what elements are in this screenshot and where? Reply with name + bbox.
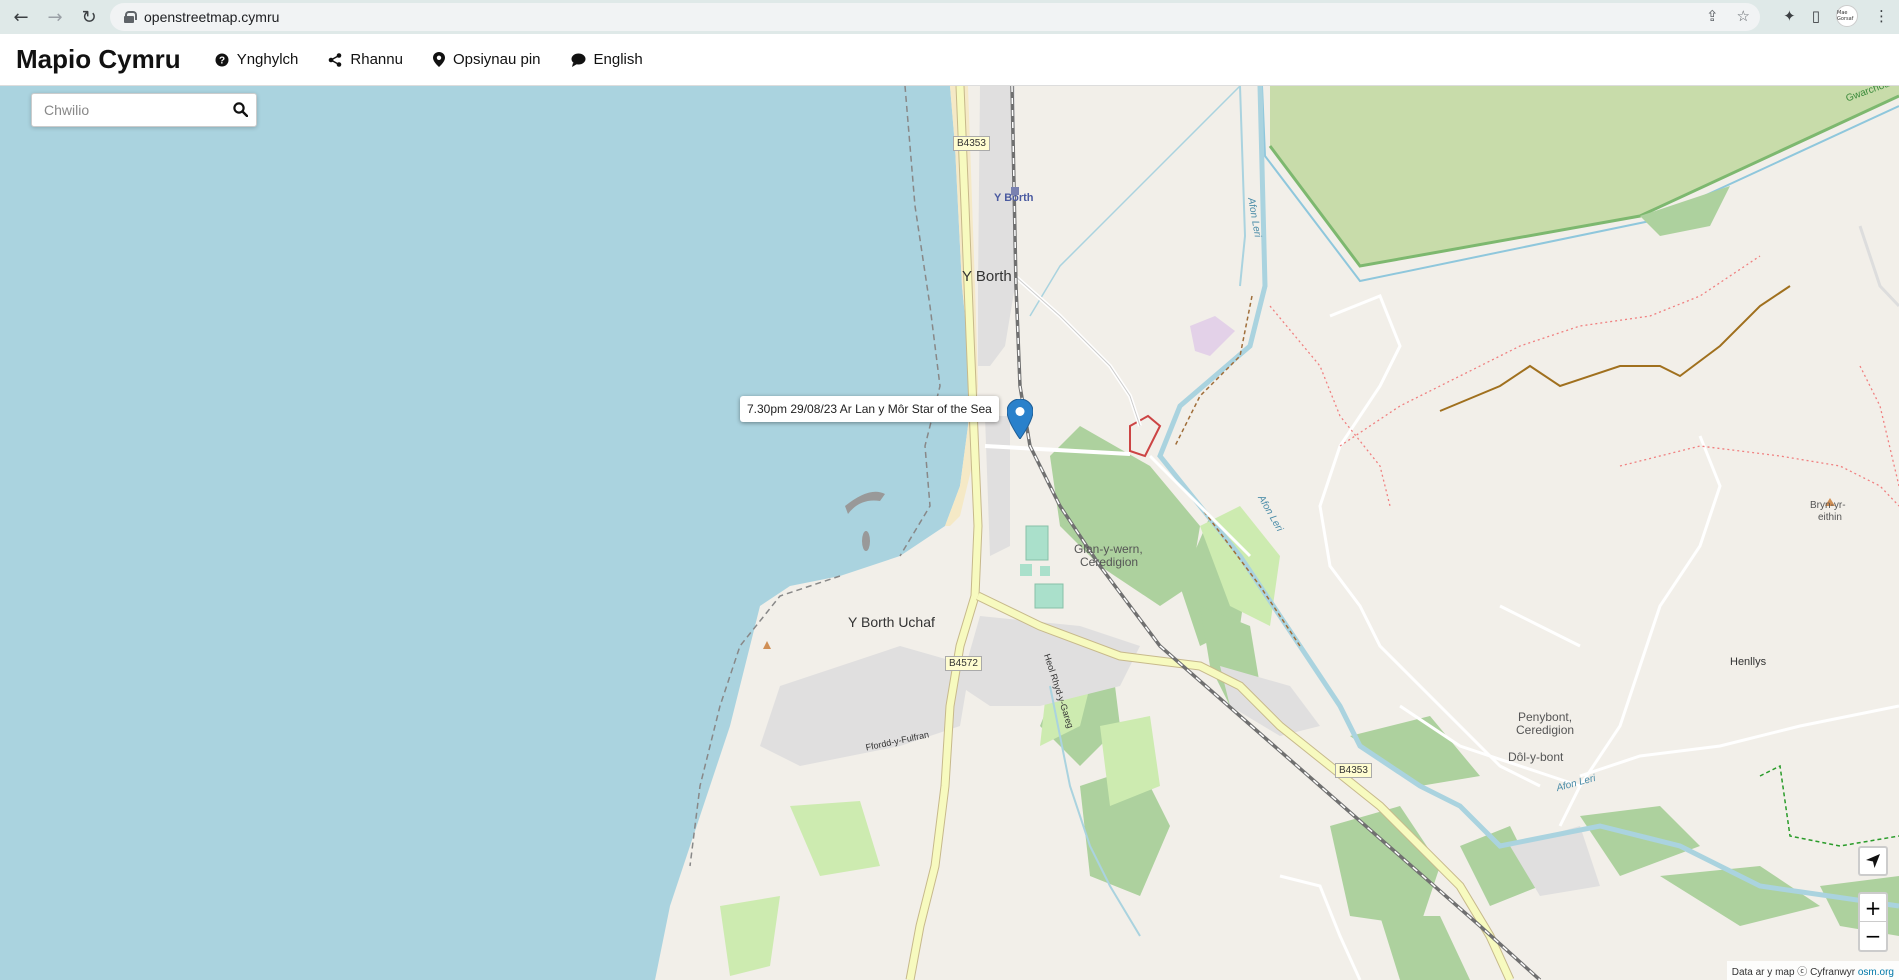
search-box xyxy=(31,93,257,127)
back-arrow-icon[interactable]: ← xyxy=(8,4,34,30)
reload-icon[interactable]: ↻ xyxy=(76,4,102,30)
app-header: Mapio Cymru ? Ynghylch Rhannu Opsiynau p… xyxy=(0,34,1899,86)
nav-label: Rhannu xyxy=(350,51,403,68)
nav-label: English xyxy=(593,51,643,68)
question-circle-icon: ? xyxy=(215,53,229,66)
browser-toolbar: ← → ↻ openstreetmap.cymru ⇪ ☆ ✦ ▯ Mae Go… xyxy=(0,0,1899,34)
kebab-menu-icon[interactable]: ⋮ xyxy=(1874,7,1889,25)
map-canvas[interactable]: Y Borth Y Borth Y Borth Uchaf Glan-y-wer… xyxy=(0,86,1899,980)
nav-label: Opsiynau pin xyxy=(452,51,541,68)
map-attribution: Data ar y map ⓒ Cyfranwyr osm.org xyxy=(1726,961,1899,980)
svg-text:?: ? xyxy=(219,55,225,66)
zoom-out-button[interactable]: − xyxy=(1860,922,1886,950)
nav-opsiynau-pin[interactable]: Opsiynau pin xyxy=(432,51,541,68)
road-shield: B4353 xyxy=(1335,763,1372,778)
map-marker-icon[interactable] xyxy=(1007,399,1033,439)
forward-arrow-icon[interactable]: → xyxy=(42,4,68,30)
navigation-arrow-icon xyxy=(1866,854,1880,868)
bookmark-star-icon[interactable]: ☆ xyxy=(1737,7,1750,25)
nav-label: Ynghylch xyxy=(236,51,299,68)
search-icon[interactable] xyxy=(233,102,248,117)
road-shield: B4353 xyxy=(953,136,990,151)
attribution-text: Data ar y map ⓒ Cyfranwyr xyxy=(1731,967,1856,978)
avatar[interactable]: Mae Gorsaf xyxy=(1836,5,1858,27)
map-label-place: Y Borth Uchaf xyxy=(848,614,935,630)
map-label-place: Dôl-y-bont xyxy=(1508,750,1564,764)
map-tiles[interactable] xyxy=(0,86,1899,980)
side-panel-icon[interactable]: ▯ xyxy=(1812,7,1820,25)
osm-link[interactable]: osm.org xyxy=(1858,967,1894,978)
map-label-peak: Bryn-yr- xyxy=(1810,500,1846,511)
map-label-station: Y Borth xyxy=(994,192,1034,204)
map-label-place: Y Borth xyxy=(962,268,1012,285)
extensions-icon[interactable]: ✦ xyxy=(1783,7,1796,25)
marker-tooltip: 7.30pm 29/08/23 Ar Lan y Môr Star of the… xyxy=(740,396,999,422)
share-icon xyxy=(329,52,342,67)
map-label-place: Ceredigion xyxy=(1516,723,1575,737)
road-shield: B4572 xyxy=(945,656,982,671)
nav-rhannu[interactable]: Rhannu xyxy=(328,51,403,68)
nav-ynghylch[interactable]: ? Ynghylch xyxy=(215,51,299,68)
map-label-place: Penybont, xyxy=(1518,710,1573,724)
zoom-control: + − xyxy=(1858,892,1888,952)
nav-english[interactable]: English xyxy=(571,51,643,68)
speech-bubble-icon xyxy=(571,53,586,67)
map-label-place: Henllys xyxy=(1730,656,1767,668)
share-page-icon[interactable]: ⇪ xyxy=(1706,7,1719,25)
map-pin-icon xyxy=(432,52,445,67)
map-label-place: Ceredigion xyxy=(1080,555,1139,569)
zoom-in-button[interactable]: + xyxy=(1860,894,1886,922)
map-label-place: Glan-y-wern, xyxy=(1074,542,1143,556)
search-input[interactable] xyxy=(32,102,222,118)
site-title[interactable]: Mapio Cymru xyxy=(16,44,181,75)
map-label-peak: eithin xyxy=(1818,512,1842,523)
address-bar[interactable]: openstreetmap.cymru ⇪ ☆ xyxy=(110,3,1760,31)
locate-button[interactable] xyxy=(1858,846,1888,876)
lock-icon xyxy=(124,11,137,23)
url-text: openstreetmap.cymru xyxy=(144,9,280,25)
